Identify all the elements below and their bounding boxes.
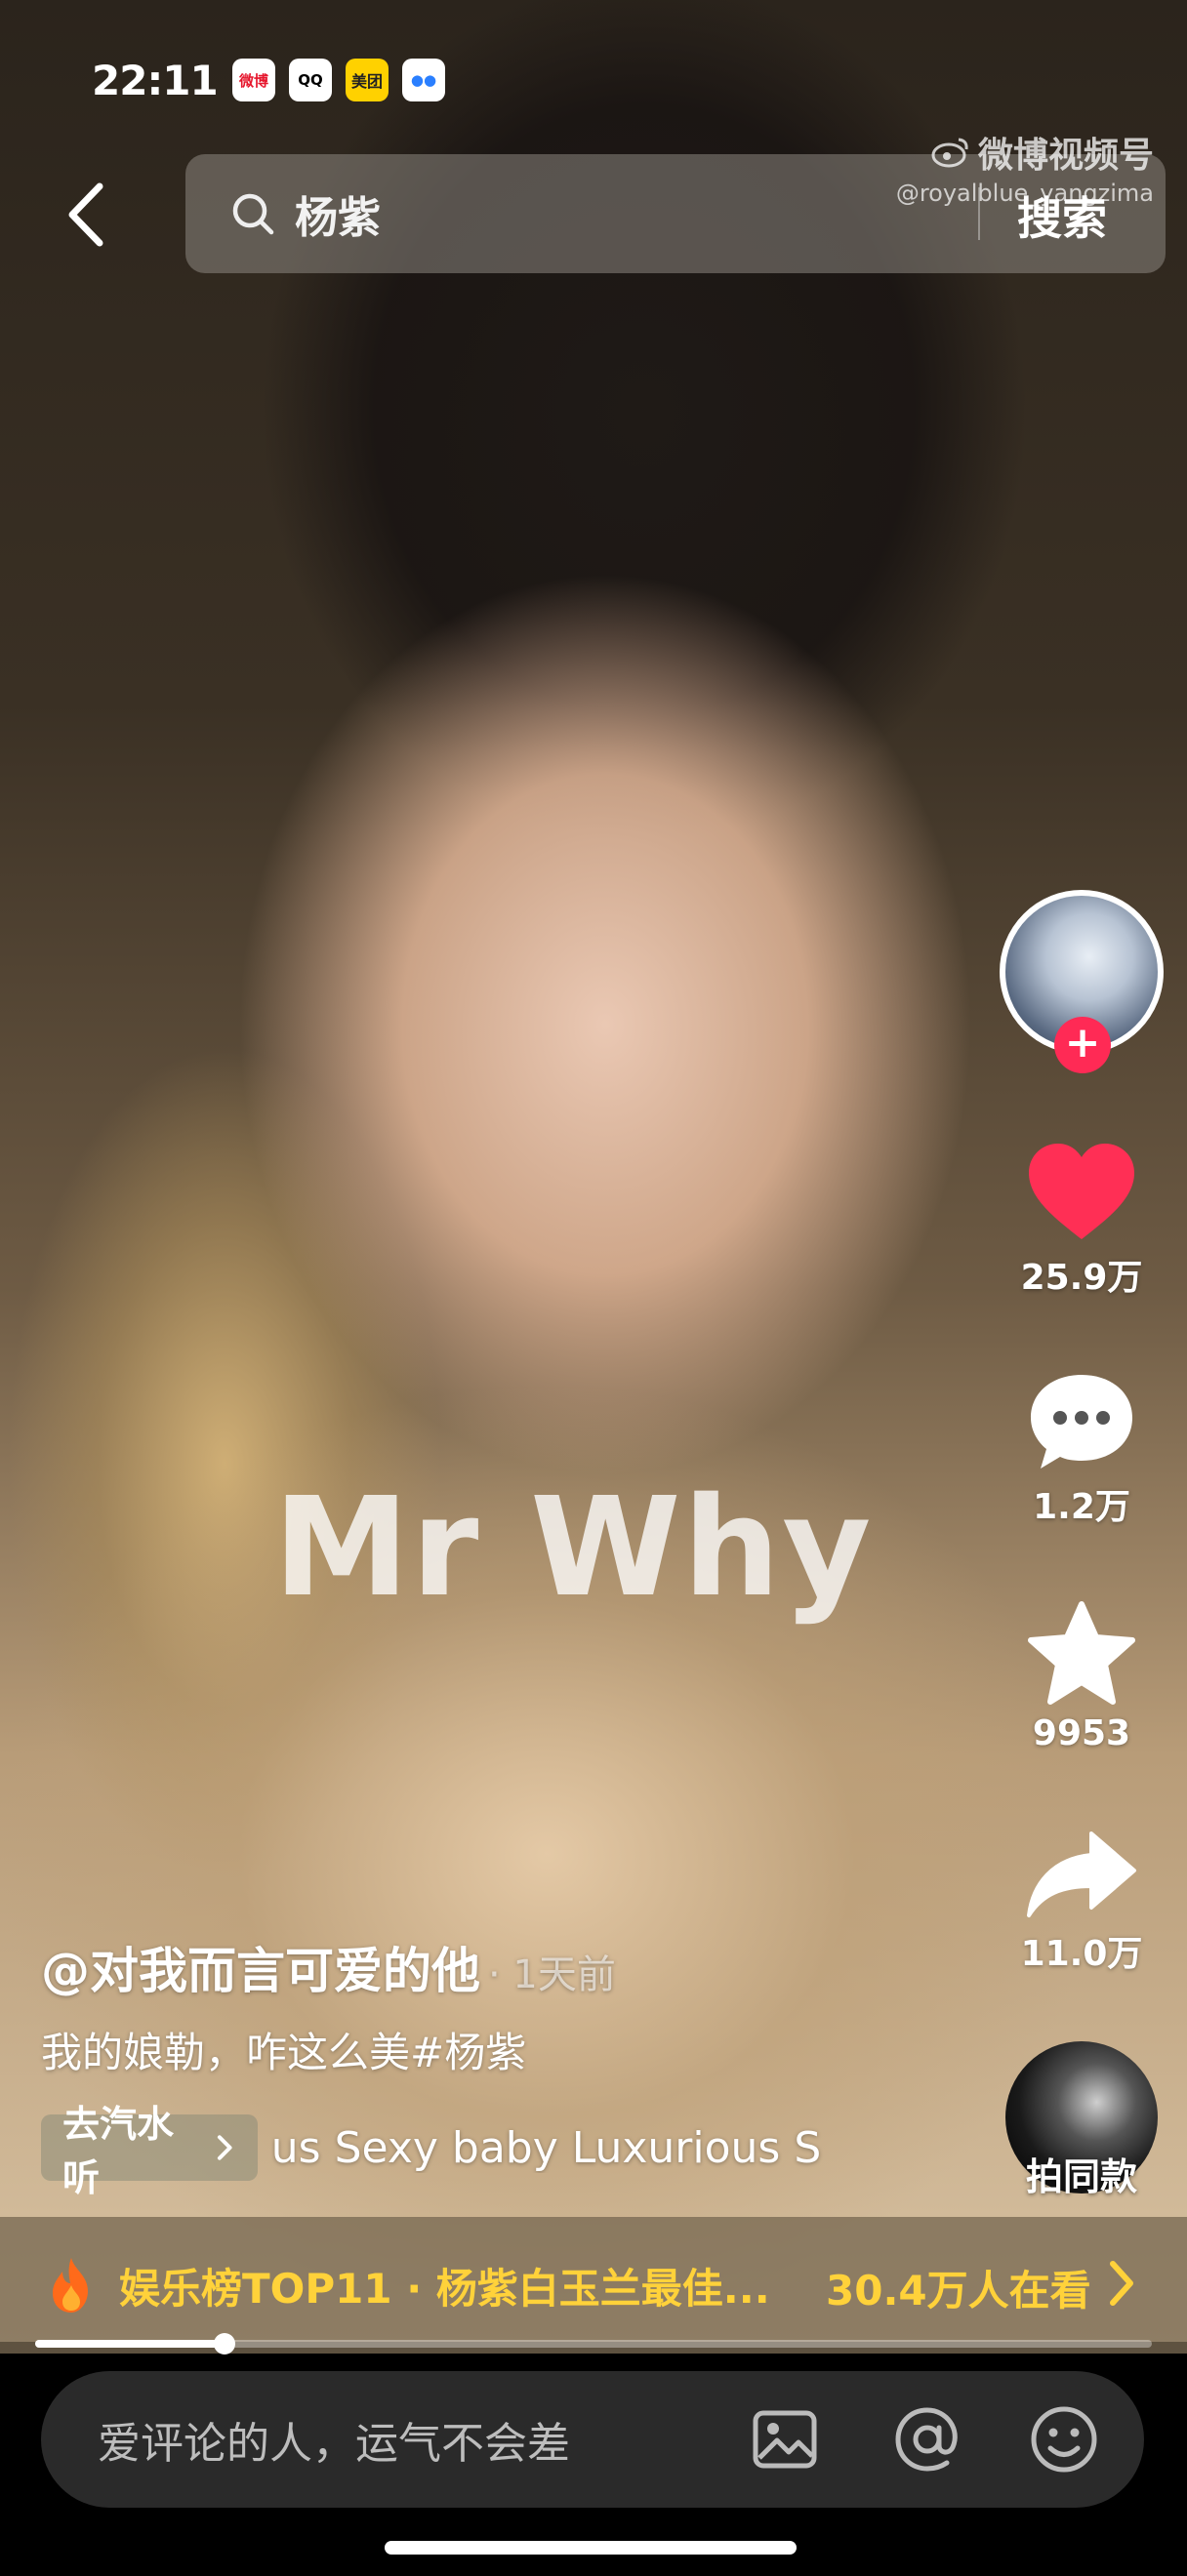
heart-icon [1029,1144,1134,1239]
comment-icon [1031,1375,1132,1469]
same-style-label: 拍同款 [1025,2155,1137,2198]
watermark-handle: @royalblue_yangzima [895,180,1154,207]
favorite-button[interactable]: 9953 [996,1600,1167,1753]
image-button[interactable] [750,2404,820,2475]
smiley-icon [1031,2406,1097,2473]
qq-icon: QQ [289,59,332,101]
status-app-icons: 微博 QQ 美团 ●● [232,59,445,101]
weibo-icon: 微博 [232,59,275,101]
chevron-left-icon [68,182,103,247]
like-button[interactable]: 25.9万 [996,1142,1167,1300]
chevron-right-icon [218,2135,232,2160]
share-count: 11.0万 [1020,1934,1143,1974]
status-time: 22:11 [92,57,219,104]
watermark-brand-text: 微博视频号 [977,136,1154,176]
back-button[interactable] [57,181,115,249]
chevron-right-icon [1110,2261,1133,2306]
weibo-logo-icon [931,138,968,168]
trending-text: 娱乐榜TOP11 · 杨紫白玉兰最佳... [119,2264,770,2313]
author-line: @对我而言可爱的他 · 1天前 [41,1932,616,2002]
comment-button[interactable]: 1.2万 [996,1371,1167,1529]
meituan-icon: 美团 [346,59,389,101]
comment-count: 1.2万 [1033,1487,1130,1527]
search-icon [232,193,274,235]
like-count: 25.9万 [1020,1258,1143,1298]
music-chip[interactable]: 去汽水听 [41,2103,258,2199]
at-icon [895,2407,958,2472]
star-icon [1028,1601,1135,1705]
watermark-brand: 微博视频号 [896,127,1154,178]
music-chip-label: 去汽水听 [62,2103,175,2199]
author-name[interactable]: @对我而言可爱的他 [41,1943,480,1999]
fire-icon [53,2258,88,2313]
mention-button[interactable] [892,2404,962,2475]
trending-bar[interactable]: 娱乐榜TOP11 · 杨紫白玉兰最佳... 30.4万人在看 [0,2217,1187,2354]
favorite-count: 9953 [1032,1713,1131,1753]
progress-fill [35,2340,225,2348]
same-style-button[interactable]: 拍同款 [1005,2041,1158,2198]
music-row: 去汽水听 us Sexy baby Luxurious S [41,2103,920,2199]
author-avatar[interactable]: + [1000,890,1164,1073]
share-button[interactable]: 11.0万 [996,1830,1167,1976]
search-input[interactable]: 杨紫 [295,182,381,245]
status-bar: 22:11 微博 QQ 美团 ●● [0,0,1187,146]
post-time: · 1天前 [488,1952,616,1997]
emoji-button[interactable] [1029,2404,1099,2475]
comment-input[interactable]: 爱评论的人，运气不会差 [41,2371,1144,2508]
progress-bar[interactable] [35,2333,1152,2355]
video-overlay-text: Mr Why [273,1469,874,1628]
image-icon [753,2410,817,2469]
follow-button[interactable]: + [1054,1017,1111,1073]
home-indicator [385,2541,797,2555]
app-icon: ●● [402,59,445,101]
bottom-bar: 爱评论的人，运气不会差 [0,2355,1187,2576]
trending-viewers: 30.4万人在看 [826,2267,1091,2314]
comment-placeholder: 爱评论的人，运气不会差 [98,2419,570,2469]
share-arrow-icon [1027,1831,1136,1917]
post-description[interactable]: 我的娘勒，咋这么美#杨紫 [41,2020,526,2079]
watermark: 微博视频号 @royalblue_yangzima [896,127,1154,207]
music-title[interactable]: us Sexy baby Luxurious S [271,2123,920,2173]
